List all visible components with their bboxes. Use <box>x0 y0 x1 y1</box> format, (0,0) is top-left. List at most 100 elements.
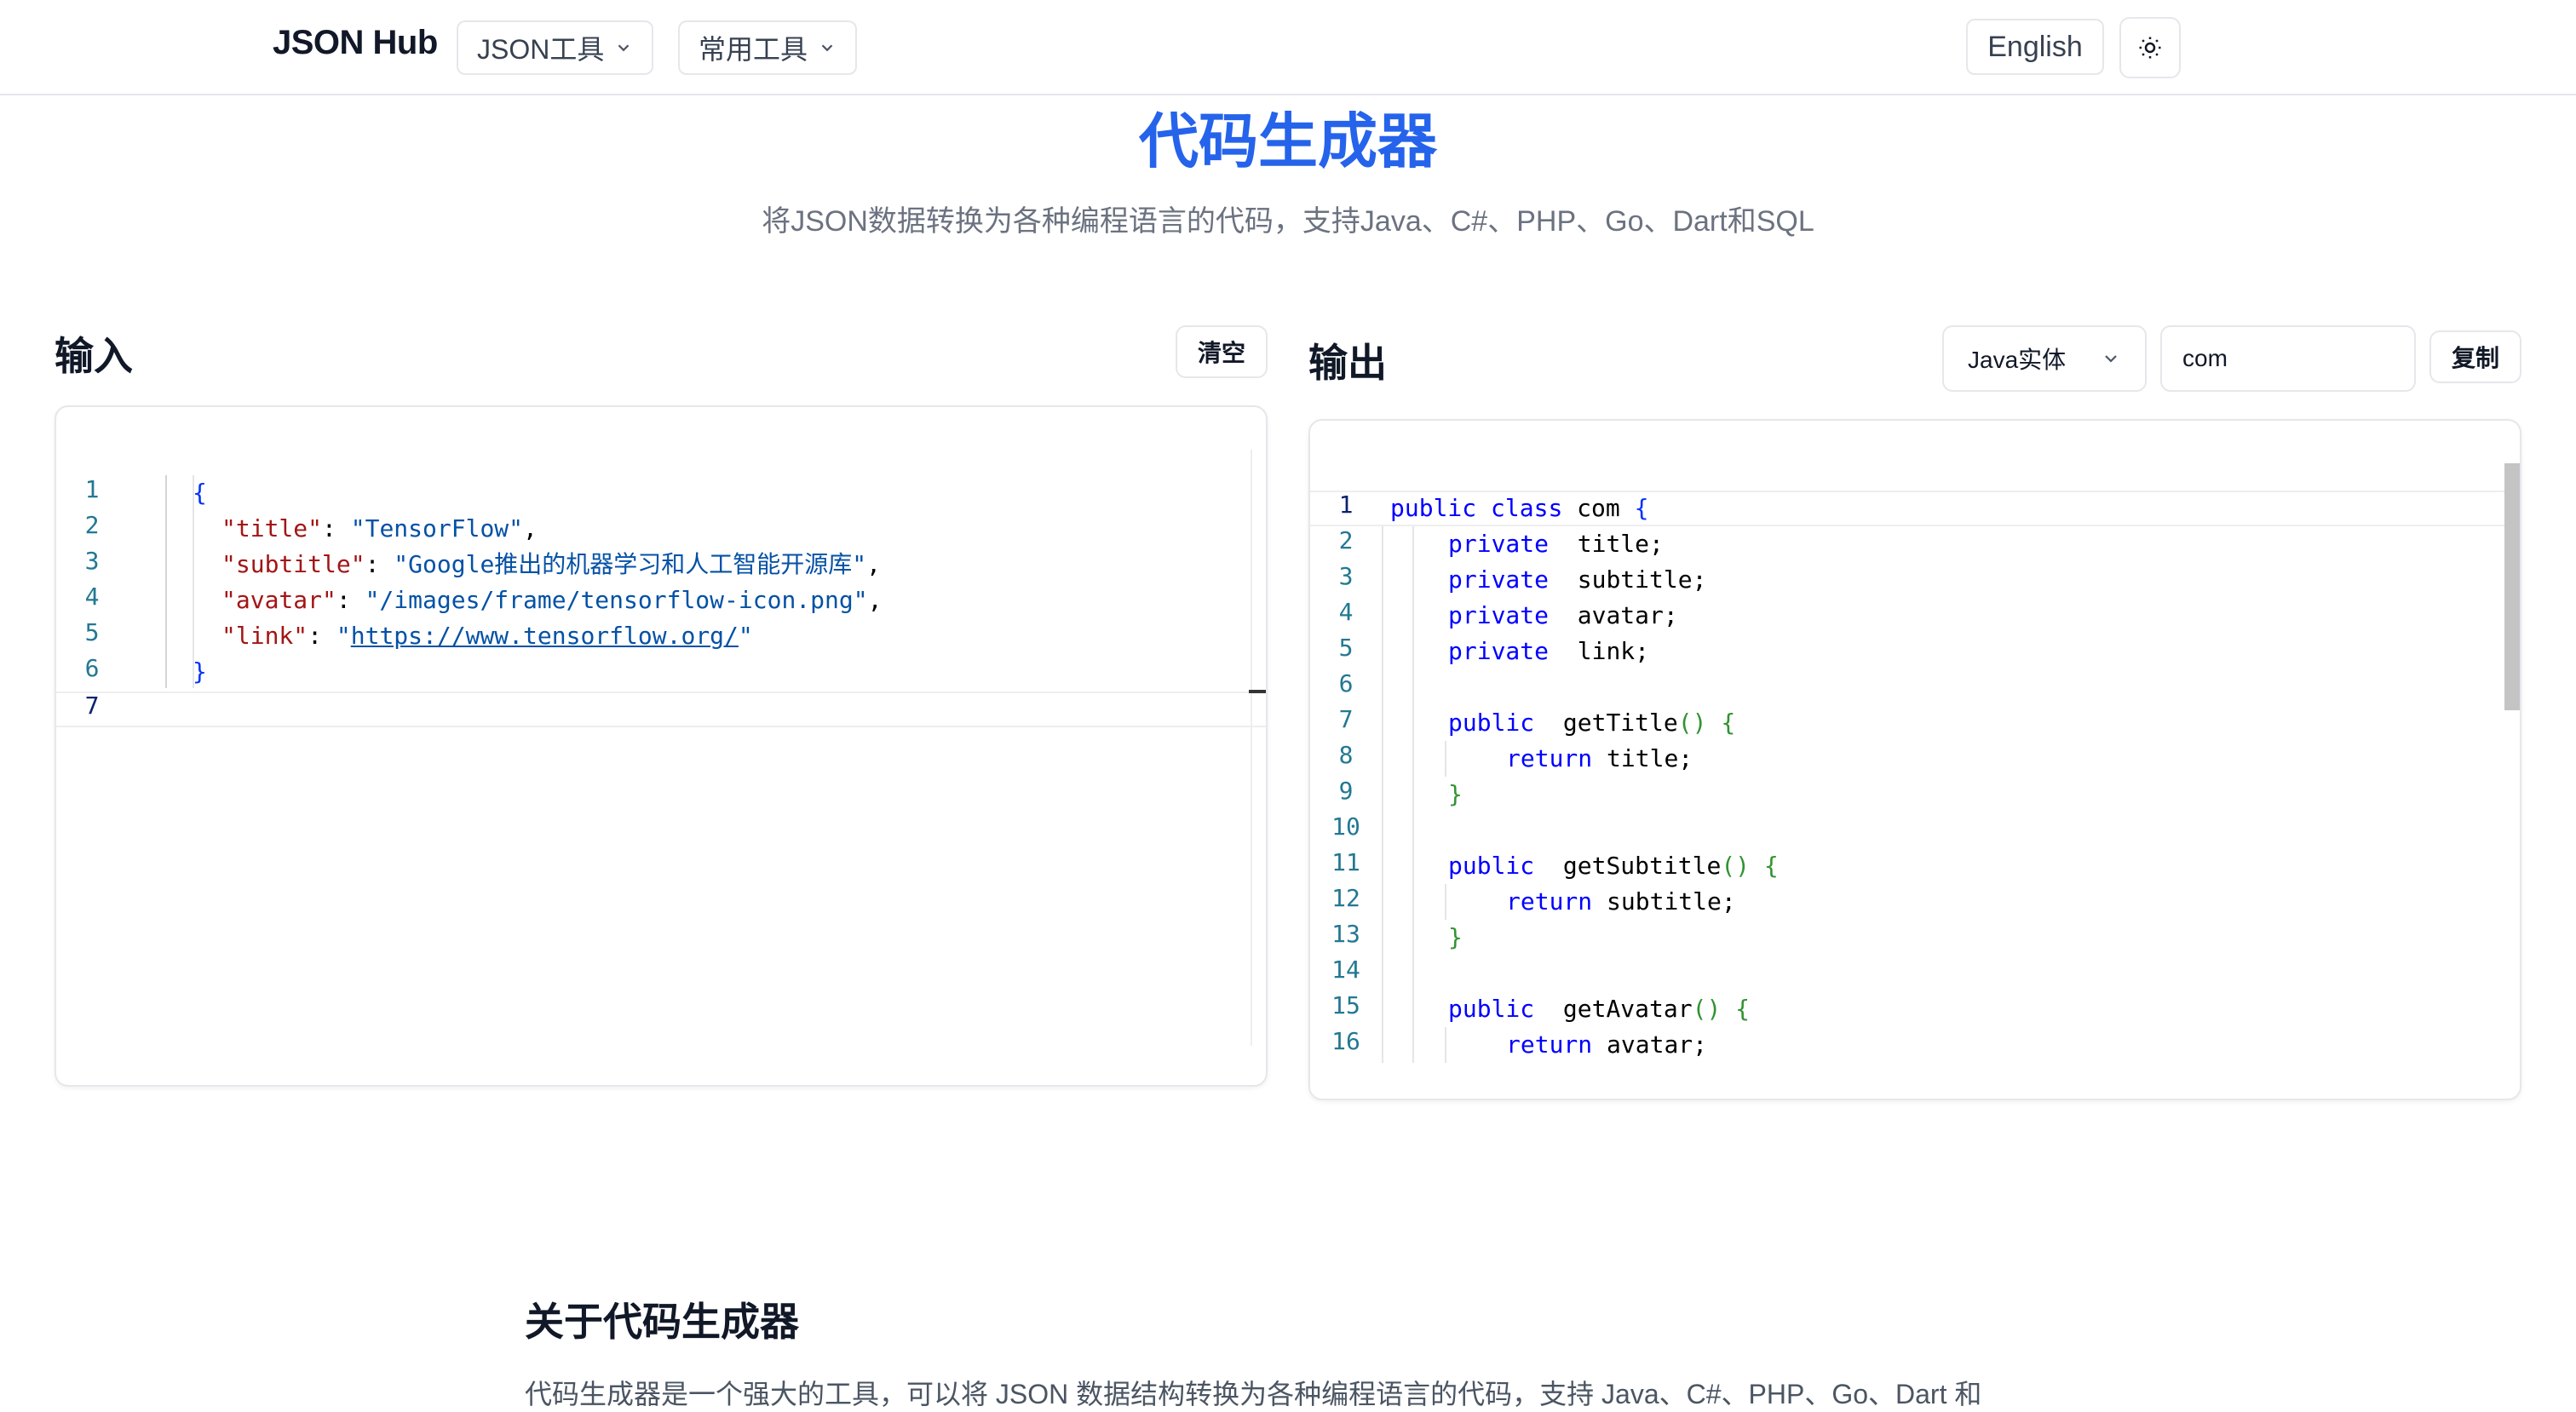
code-line: public getTitle() { <box>1448 709 1736 737</box>
chevron-down-icon <box>821 44 833 52</box>
code-token: "subtitle" <box>221 550 365 578</box>
line-number: 2 <box>1338 526 1354 554</box>
class-name-input[interactable] <box>2160 325 2416 392</box>
code-token: public <box>1448 709 1535 737</box>
line-number: 7 <box>1338 705 1354 733</box>
code-token: getTitle <box>1562 709 1678 737</box>
code-token: avatar; <box>1577 601 1678 629</box>
code-token: private <box>1448 530 1550 558</box>
line-number: 1 <box>1338 491 1354 519</box>
code-link[interactable]: https://www.tensorflow.org/ <box>351 622 739 650</box>
code-line: return subtitle; <box>1506 884 1736 920</box>
code-token: public <box>1390 494 1477 522</box>
line-number: 11 <box>1331 848 1360 876</box>
code-line: private title; <box>1448 526 1664 562</box>
code-line: } <box>193 654 207 690</box>
output-code-editor[interactable]: 1 2 3 4 5 6 7 8 9 10 11 12 13 14 15 16 p… <box>1308 419 2521 1100</box>
scrollbar-track[interactable] <box>1251 450 1252 1046</box>
theme-toggle-button[interactable] <box>2119 17 2181 78</box>
indent-guide <box>165 475 167 688</box>
line-number: 4 <box>84 583 100 611</box>
code-line: "avatar": "/images/frame/tensorflow-icon… <box>221 586 883 614</box>
code-token: private <box>1448 601 1550 629</box>
line-number: 10 <box>1331 812 1360 841</box>
line-number: 6 <box>1338 669 1354 697</box>
line-number: 12 <box>1331 884 1360 912</box>
code-token: title; <box>1577 530 1664 558</box>
nav-common-tools-label: 常用工具 <box>699 34 808 65</box>
line-number: 3 <box>84 547 100 575</box>
page-subtitle: 将JSON数据转换为各种编程语言的代码，支持Java、C#、PHP、Go、Dar… <box>762 205 1814 238</box>
line-number: 14 <box>1331 956 1360 984</box>
code-token: "avatar" <box>221 586 336 614</box>
code-token: subtitle; <box>1577 565 1707 594</box>
code-token: private <box>1448 637 1550 665</box>
code-token: "link" <box>221 622 308 650</box>
line-number: 9 <box>1338 777 1354 805</box>
chevron-down-icon <box>2105 355 2117 363</box>
site-logo[interactable]: JSON Hub <box>273 24 438 62</box>
code-token: public <box>1448 852 1535 880</box>
line-number: 8 <box>1338 741 1354 769</box>
code-token: class <box>1491 494 1563 522</box>
code-token: getAvatar <box>1562 995 1693 1023</box>
code-token: subtitle; <box>1607 887 1736 916</box>
indent-guide <box>1412 526 1414 1063</box>
code-line: public getAvatar() { <box>1448 995 1751 1023</box>
scrollbar-thumb[interactable] <box>2504 463 2520 710</box>
code-line: private subtitle; <box>1448 562 1706 598</box>
line-number: 3 <box>1338 562 1354 590</box>
line-number: 13 <box>1331 920 1360 948</box>
about-heading: 关于代码生成器 <box>525 1300 799 1344</box>
code-token: return <box>1506 887 1593 916</box>
code-token: avatar; <box>1607 1030 1708 1059</box>
page-title: 代码生成器 <box>1139 108 1437 175</box>
code-token: getSubtitle <box>1562 852 1722 880</box>
current-line-highlight <box>56 692 1266 727</box>
code-line: public getSubtitle() { <box>1448 852 1779 880</box>
code-token: } <box>193 657 207 686</box>
code-line: return title; <box>1506 741 1693 777</box>
line-number: 15 <box>1331 991 1360 1019</box>
input-heading: 输入 <box>55 334 133 378</box>
language-switch-button[interactable]: English <box>1966 19 2104 75</box>
code-token: { <box>193 479 207 507</box>
line-number: 2 <box>84 511 100 539</box>
line-number: 6 <box>84 654 100 682</box>
overview-ruler-cursor <box>1249 690 1266 693</box>
about-paragraph: 代码生成器是一个强大的工具，可以将 JSON 数据结构转换为各种编程语言的代码，… <box>525 1379 1982 1409</box>
input-code-editor[interactable]: 1 2 3 4 5 6 7 { "title": "TensorFlow", "… <box>55 405 1268 1087</box>
code-token: private <box>1448 565 1550 594</box>
code-line: } <box>1448 923 1463 951</box>
language-select[interactable]: Java实体 <box>1942 325 2147 392</box>
line-number: 4 <box>1338 598 1354 626</box>
line-number: 16 <box>1331 1027 1360 1055</box>
code-token: link; <box>1577 637 1650 665</box>
code-line: } <box>1448 780 1463 808</box>
code-line: "link": "https://www.tensorflow.org/" <box>221 622 753 650</box>
code-line: "title": "TensorFlow", <box>221 514 538 542</box>
code-token: com <box>1577 494 1620 522</box>
code-line: return avatar; <box>1506 1027 1707 1063</box>
code-token: "title" <box>221 514 323 542</box>
code-token: public <box>1448 995 1535 1023</box>
nav-json-tools-menu[interactable]: JSON工具 <box>457 20 654 75</box>
code-token: return <box>1506 1030 1593 1059</box>
line-number: 1 <box>84 475 100 503</box>
indent-guide <box>1445 884 1446 920</box>
line-number: 7 <box>84 692 100 720</box>
clear-button[interactable]: 清空 <box>1176 325 1268 378</box>
copy-button[interactable]: 复制 <box>2429 330 2521 383</box>
line-number: 5 <box>84 618 100 646</box>
code-token: title; <box>1607 744 1693 772</box>
code-token: return <box>1506 744 1593 772</box>
code-line: private avatar; <box>1448 598 1678 634</box>
code-token: "/images/frame/tensorflow-icon.png" <box>365 586 868 614</box>
code-line: { <box>193 475 207 511</box>
code-line: private link; <box>1448 634 1649 669</box>
indent-guide <box>1445 741 1446 777</box>
chevron-down-icon <box>618 44 630 52</box>
nav-common-tools-menu[interactable]: 常用工具 <box>678 20 858 75</box>
nav-json-tools-label: JSON工具 <box>477 34 605 65</box>
code-line: public class com { <box>1390 494 1649 522</box>
